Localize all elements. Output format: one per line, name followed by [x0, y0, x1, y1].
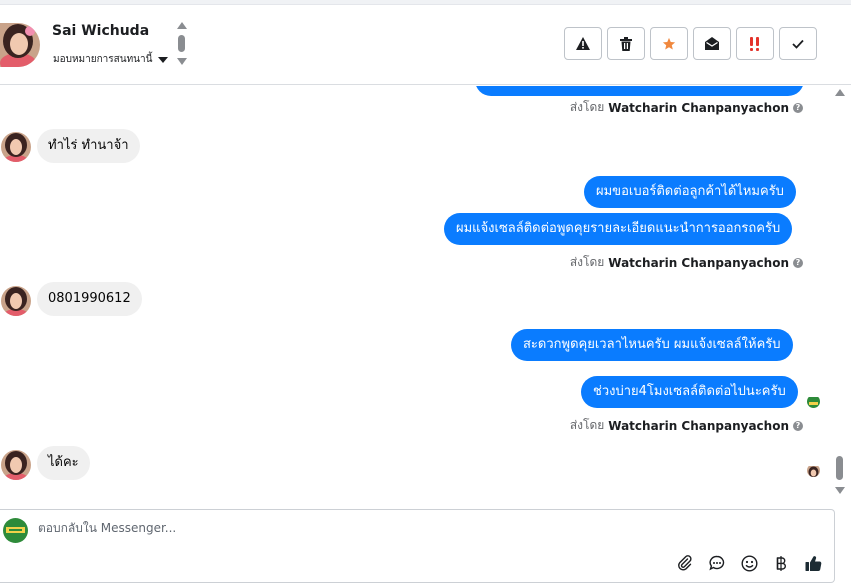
page-avatar	[3, 518, 28, 543]
header-scrollbar[interactable]	[176, 22, 188, 70]
double-exclamation-icon	[750, 36, 759, 51]
assign-conversation-dropdown[interactable]: มอบหมายการสนทนานี้	[53, 52, 169, 67]
message-bubble-incoming[interactable]: 0801990612	[37, 282, 142, 316]
message-bubble-outgoing[interactable]: ช่วงบ่าย4โมงเซลล์ติดต่อไปนะครับ	[581, 376, 798, 408]
mark-important-button[interactable]	[736, 27, 774, 60]
sent-by-prefix: ส่งโดย	[569, 255, 605, 269]
warning-icon	[576, 37, 590, 50]
scroll-thumb[interactable]	[178, 35, 185, 52]
sent-by-label: ส่งโดย Watcharin Chanpanyachon ?	[570, 253, 803, 272]
scroll-down-icon[interactable]	[835, 487, 845, 494]
message-thread[interactable]: ส่งโดย Watcharin Chanpanyachon ? ทำไร่ ท…	[0, 86, 851, 504]
sent-by-label: ส่งโดย Watcharin Chanpanyachon ?	[570, 98, 803, 117]
contact-avatar-small	[1, 286, 31, 316]
thread-scrollbar[interactable]	[834, 86, 846, 504]
agent-name: Watcharin Chanpanyachon	[608, 255, 789, 270]
info-icon[interactable]: ?	[793, 420, 803, 431]
attach-button[interactable]	[676, 554, 694, 572]
message-bubble-outgoing[interactable]: สะดวกพูดคุยเวลาไหนครับ ผมแจ้งเซลล์ให้ครั…	[511, 329, 793, 361]
scroll-thumb[interactable]	[836, 456, 843, 480]
delete-button[interactable]	[607, 27, 645, 60]
scroll-up-icon[interactable]	[177, 22, 187, 29]
reply-input[interactable]	[38, 521, 638, 535]
star-icon	[662, 37, 676, 50]
message-bubble-outgoing[interactable]: ผมขอเบอร์ติดต่อลูกค้าได้ไหมครับ	[584, 176, 796, 208]
star-button[interactable]	[650, 27, 688, 60]
emoji-button[interactable]	[740, 554, 758, 572]
conversation-header: Sai Wichuda มอบหมายการสนทนานี้	[0, 5, 851, 85]
assign-label: มอบหมายการสนทนานี้	[53, 54, 153, 65]
baht-icon	[776, 555, 786, 571]
thumbs-up-icon	[805, 555, 821, 571]
contact-avatar[interactable]	[0, 23, 40, 67]
sent-by-prefix: ส่งโดย	[569, 418, 605, 432]
saved-replies-button[interactable]	[708, 554, 726, 572]
contact-name[interactable]: Sai Wichuda	[52, 23, 149, 39]
page-seen-icon	[807, 395, 820, 408]
scroll-up-icon[interactable]	[835, 89, 845, 96]
message-bubble-incoming[interactable]: ได้คะ	[37, 446, 90, 480]
open-envelope-icon	[705, 37, 719, 50]
mark-unread-button[interactable]	[693, 27, 731, 60]
mark-done-button[interactable]	[779, 27, 817, 60]
paperclip-icon	[678, 555, 692, 571]
trash-icon	[620, 36, 632, 51]
agent-name: Watcharin Chanpanyachon	[608, 100, 789, 115]
contact-avatar-small	[1, 450, 31, 480]
conversation-toolbar	[564, 27, 817, 60]
sent-by-prefix: ส่งโดย	[569, 100, 605, 114]
like-button[interactable]	[804, 554, 822, 572]
info-icon[interactable]: ?	[793, 102, 803, 113]
payment-button[interactable]	[772, 554, 790, 572]
report-spam-button[interactable]	[564, 27, 602, 60]
info-icon[interactable]: ?	[793, 257, 803, 268]
caret-down-icon	[158, 56, 169, 63]
sent-by-label: ส่งโดย Watcharin Chanpanyachon ?	[570, 416, 803, 435]
message-bubble-outgoing[interactable]	[475, 86, 804, 96]
check-icon	[792, 39, 804, 49]
scroll-down-icon[interactable]	[177, 58, 187, 65]
composer-actions	[676, 554, 822, 572]
message-bubble-incoming[interactable]: ทำไร่ ทำนาจ้า	[37, 129, 140, 163]
message-bubble-outgoing[interactable]: ผมแจ้งเซลล์ติดต่อพูดคุยรายละเอียดแนะนำกา…	[444, 213, 793, 245]
contact-avatar-small	[1, 132, 31, 162]
chat-bubble-icon	[709, 555, 725, 571]
reply-composer	[0, 509, 835, 583]
contact-seen-icon	[807, 464, 820, 477]
smiley-icon	[740, 554, 758, 572]
messenger-inbox: Sai Wichuda มอบหมายการสนทนานี้ ส่งโดย Wa…	[0, 0, 851, 586]
agent-name: Watcharin Chanpanyachon	[608, 418, 789, 433]
